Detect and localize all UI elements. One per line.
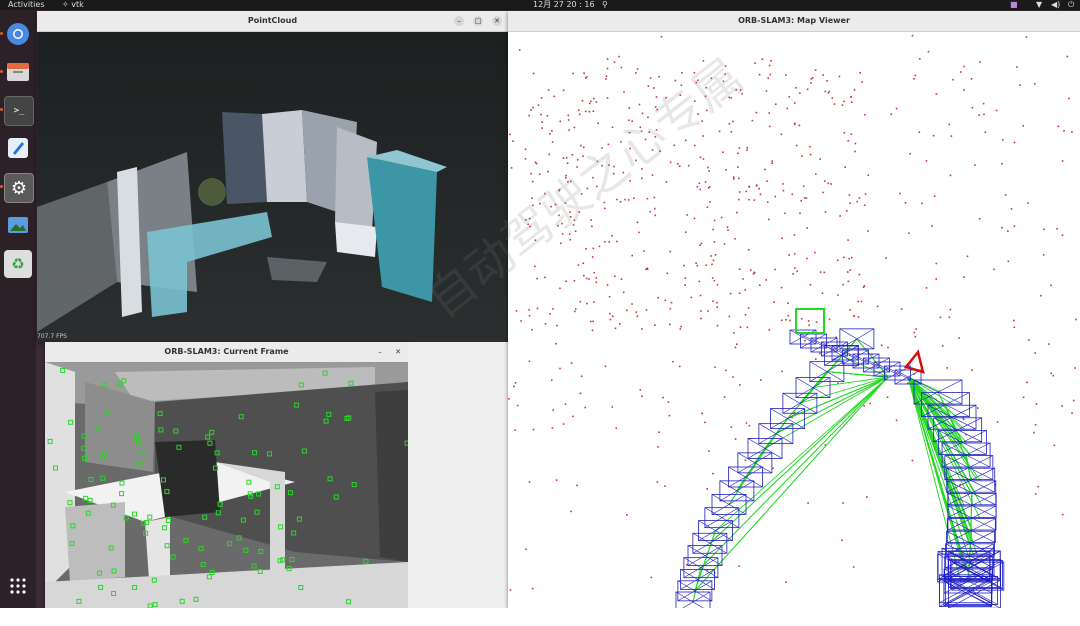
pointcloud-cabinet <box>222 112 267 204</box>
keyframe <box>737 452 773 474</box>
pointcloud-titlebar[interactable]: PointCloud – □ ✕ <box>37 11 508 32</box>
pointcloud-monitor <box>335 222 377 257</box>
current-frame-view[interactable] <box>45 362 408 608</box>
show-applications-button[interactable] <box>4 572 32 600</box>
minimize-button[interactable]: – <box>375 347 385 357</box>
minimize-button[interactable]: – <box>454 16 464 26</box>
avatar-icon: ■ <box>1010 0 1018 9</box>
keyframe <box>894 369 922 385</box>
power-icon: ⏻ <box>1068 0 1075 9</box>
app-name: vtk <box>71 0 84 9</box>
apps-grid-icon <box>10 578 26 594</box>
pointcloud-plant <box>198 178 226 206</box>
dock-trash[interactable]: ♻ <box>4 250 32 278</box>
current-frame-titlebar[interactable]: ORB-SLAM3: Current Frame – ✕ <box>45 342 408 363</box>
keyframe <box>770 408 805 430</box>
keyframe <box>719 480 755 502</box>
current-frame-window[interactable]: ORB-SLAM3: Current Frame – ✕ <box>45 342 408 608</box>
image-viewer-icon <box>8 217 28 233</box>
keyframe <box>758 423 794 445</box>
frame-chair <box>155 440 220 517</box>
dock-files[interactable] <box>4 58 32 86</box>
text-editor-icon <box>8 138 28 158</box>
window-title: PointCloud <box>247 16 298 25</box>
pointcloud-render-view[interactable]: 707.7 FPS <box>37 32 508 342</box>
files-icon <box>7 63 29 81</box>
keyframe <box>692 532 728 554</box>
fps-counter: 707.7 FPS <box>37 333 67 340</box>
keyframe <box>944 455 994 481</box>
app-menu[interactable]: ✧ vtk <box>62 0 84 10</box>
running-indicator <box>0 32 3 35</box>
window-title: ORB-SLAM3: Current Frame <box>164 347 289 356</box>
dock-text-editor[interactable] <box>4 134 32 162</box>
keyframe <box>795 377 831 399</box>
keyframe <box>747 437 783 459</box>
app-icon: ✧ <box>62 0 72 9</box>
bottom-strip <box>0 608 1080 626</box>
notification-icon: ⚲ <box>602 0 608 9</box>
clock[interactable]: 12月 27 20 : 16 <box>533 0 595 10</box>
maximize-button[interactable]: □ <box>473 16 483 26</box>
dock-settings[interactable]: ⚙ <box>4 173 34 203</box>
current-camera <box>903 349 925 374</box>
keyframe <box>946 467 996 493</box>
map-points <box>508 34 1077 591</box>
keyframe <box>728 466 763 488</box>
dock-terminal[interactable]: >_ <box>4 96 34 126</box>
volume-icon: ◀) <box>1051 0 1061 9</box>
browser-icon <box>7 23 29 45</box>
dock: >_ ⚙ ♻ <box>0 10 36 610</box>
reference-keyframe <box>795 308 825 334</box>
keyframe <box>782 392 818 414</box>
settings-icon: ⚙ <box>10 177 28 199</box>
window-title: ORB-SLAM3: Map Viewer <box>738 16 850 25</box>
top-bar: Activities ✧ vtk 12月 27 20 : 16 ⚲ ■ ▼ ◀)… <box>0 0 1080 10</box>
activities-button[interactable]: Activities <box>8 0 45 10</box>
keyframe <box>809 361 845 383</box>
trash-icon: ♻ <box>11 255 25 273</box>
terminal-icon: >_ <box>13 106 25 116</box>
keyframe <box>677 580 713 602</box>
pointcloud-window[interactable]: PointCloud – □ ✕ 707.7 FPS <box>37 11 508 342</box>
network-icon: ▼ <box>1036 0 1043 9</box>
close-button[interactable]: ✕ <box>492 16 502 26</box>
dock-image-viewer[interactable] <box>4 212 32 240</box>
map-viewer-view[interactable] <box>508 32 1080 608</box>
keyframe <box>711 493 747 515</box>
map-viewer-window[interactable]: ORB-SLAM3: Map Viewer <box>508 11 1080 608</box>
dock-chromium[interactable] <box>4 20 32 48</box>
map-viewer-titlebar[interactable]: ORB-SLAM3: Map Viewer <box>508 11 1080 32</box>
close-button[interactable]: ✕ <box>393 347 403 357</box>
